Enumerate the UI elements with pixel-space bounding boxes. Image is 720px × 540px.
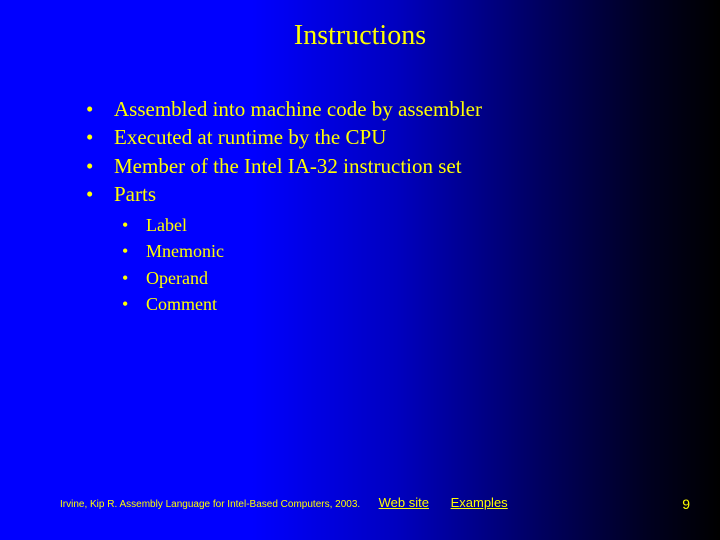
list-item: Mnemonic bbox=[114, 238, 680, 264]
list-item: Executed at runtime by the CPU bbox=[80, 123, 680, 151]
bullet-text: Assembled into machine code by assembler bbox=[114, 97, 482, 121]
list-item: Parts Label Mnemonic Operand Comment bbox=[80, 180, 680, 317]
slide-body: Assembled into machine code by assembler… bbox=[80, 95, 680, 317]
sub-bullet-list: Label Mnemonic Operand Comment bbox=[114, 212, 680, 316]
bullet-list: Assembled into machine code by assembler… bbox=[80, 95, 680, 317]
footer-links: Web site Examples bbox=[379, 495, 526, 510]
bullet-text: Member of the Intel IA-32 instruction se… bbox=[114, 154, 462, 178]
footer-credit: Irvine, Kip R. Assembly Language for Int… bbox=[60, 499, 360, 510]
bullet-text: Mnemonic bbox=[146, 241, 224, 261]
bullet-text: Comment bbox=[146, 294, 217, 314]
web-site-link[interactable]: Web site bbox=[379, 495, 429, 510]
bullet-text: Parts bbox=[114, 182, 156, 206]
list-item: Label bbox=[114, 212, 680, 238]
slide-title: Instructions bbox=[0, 0, 720, 52]
bullet-text: Label bbox=[146, 215, 187, 235]
list-item: Comment bbox=[114, 291, 680, 317]
list-item: Member of the Intel IA-32 instruction se… bbox=[80, 152, 680, 180]
page-number: 9 bbox=[682, 496, 690, 512]
bullet-text: Operand bbox=[146, 268, 208, 288]
list-item: Operand bbox=[114, 265, 680, 291]
bullet-text: Executed at runtime by the CPU bbox=[114, 125, 386, 149]
list-item: Assembled into machine code by assembler bbox=[80, 95, 680, 123]
slide: Instructions Assembled into machine code… bbox=[0, 0, 720, 540]
examples-link[interactable]: Examples bbox=[451, 495, 508, 510]
footer: Irvine, Kip R. Assembly Language for Int… bbox=[60, 494, 690, 512]
